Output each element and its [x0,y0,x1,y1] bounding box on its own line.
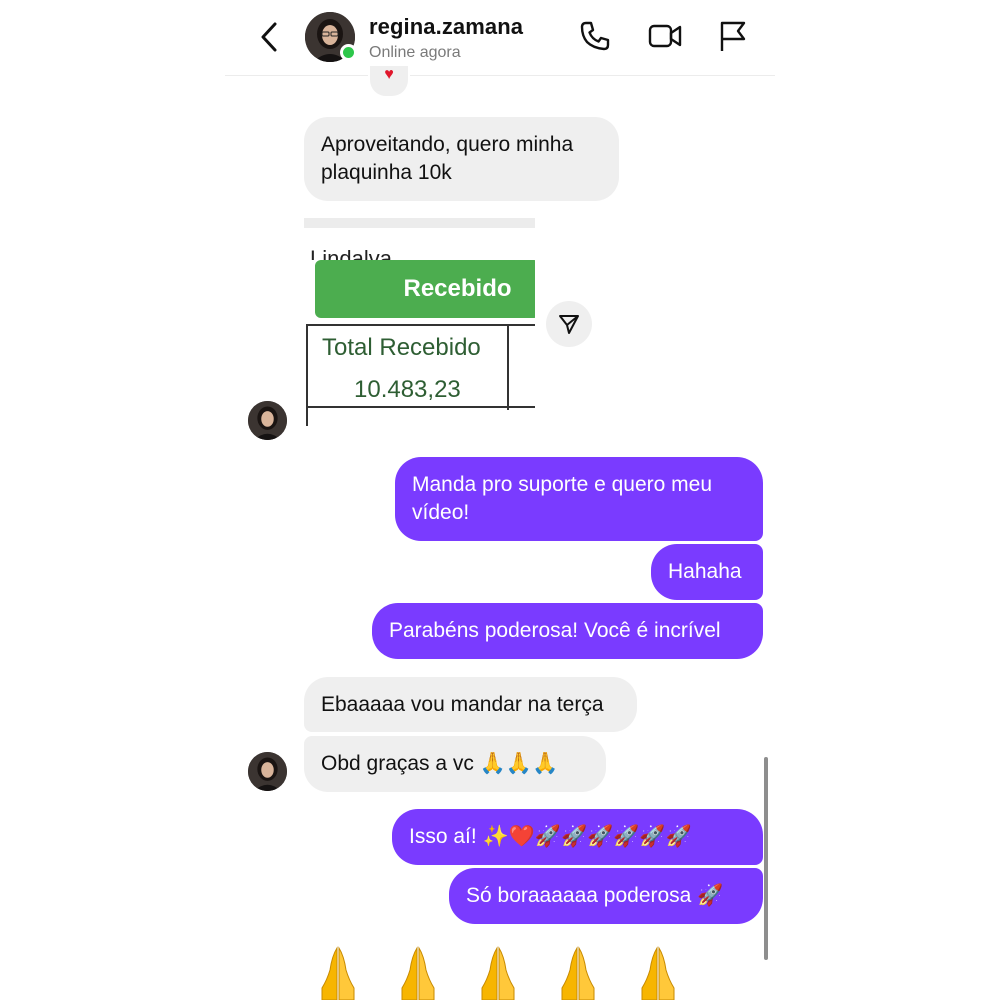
praying-hands-icon [641,946,675,1000]
chat-header: regina.zamana Online agora [225,0,775,76]
message-text-line: vídeo! [412,501,470,524]
message-text: Parabéns poderosa! Você é incrível [389,619,721,642]
heart-icon: ♥ [384,66,394,83]
scrollbar[interactable] [764,757,768,960]
outgoing-message[interactable]: Manda pro suporte e quero meu vídeo! [395,457,763,541]
share-button[interactable] [546,301,592,347]
message-text: Hahaha [668,560,742,583]
flag-icon[interactable] [715,18,751,54]
online-status-dot [340,44,357,61]
outgoing-message[interactable]: Só boraaaaaa poderosa 🚀 [449,868,763,924]
total-received-value: 10.483,23 [354,376,461,403]
image-top-strip [304,218,535,228]
table-bottom-edge [306,408,535,426]
message-text: Obd graças a vc 🙏🙏🙏 [321,752,559,775]
video-camera-icon[interactable] [647,18,683,54]
praying-hands-icon [481,946,515,1000]
praying-hands-icon [321,946,355,1000]
message-text: Ebaaaaa vou mandar na terça [321,692,604,716]
message-text-line: Manda pro suporte e quero meu [412,473,713,496]
big-emoji-message[interactable] [318,944,698,1000]
total-received-label: Total Recebido [322,334,481,361]
back-chevron-icon[interactable] [255,20,285,54]
phone-icon[interactable] [577,18,613,54]
incoming-message[interactable]: Ebaaaaa vou mandar na terça [304,677,637,732]
incoming-message[interactable]: Aproveitando, quero minha plaquinha 10k [304,117,619,201]
shared-screenshot-image[interactable]: Lindalva Recebido Total Recebido 10.483,… [304,218,535,426]
incoming-message[interactable]: Obd graças a vc 🙏🙏🙏 [304,736,606,792]
sender-avatar[interactable] [248,752,287,791]
received-button-image: Recebido [315,260,535,318]
outgoing-message[interactable]: Parabéns poderosa! Você é incrível [372,603,763,659]
message-text: Isso aí! ✨❤️🚀🚀🚀🚀🚀🚀 [409,825,692,848]
message-text-line: plaquinha 10k [321,161,452,184]
sender-avatar[interactable] [248,401,287,440]
table-divider [507,326,509,410]
chat-username[interactable]: regina.zamana [369,14,523,40]
message-text-line: Aproveitando, quero minha [321,133,574,156]
outgoing-message[interactable]: Hahaha [651,544,763,600]
send-icon [559,315,579,334]
heart-reaction[interactable]: ♥ [368,66,410,98]
received-table: Total Recebido 10.483,23 [306,324,535,410]
praying-hands-icon [561,946,595,1000]
image-partial-text: Lindalva [310,248,392,260]
praying-hands-icon [401,946,435,1000]
outgoing-message[interactable]: Isso aí! ✨❤️🚀🚀🚀🚀🚀🚀 [392,809,763,865]
message-text: Só boraaaaaa poderosa 🚀 [466,884,724,907]
online-status-text: Online agora [369,44,461,61]
